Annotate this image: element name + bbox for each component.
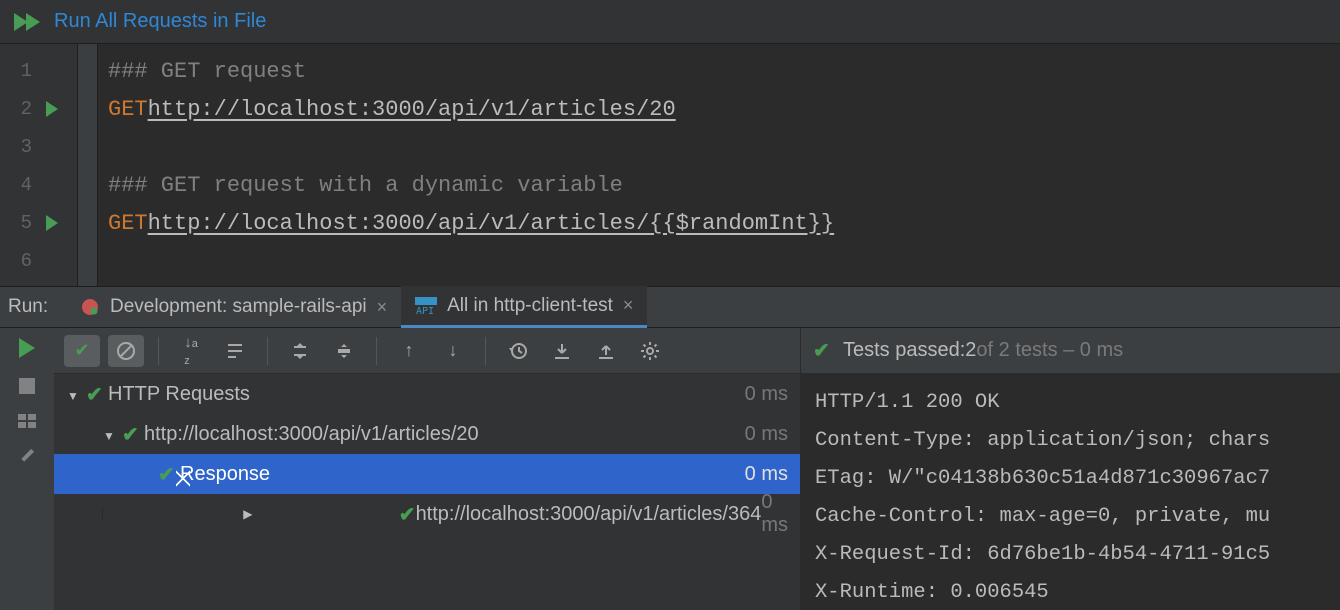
test-status-bar: ✔ Tests passed: 2 of 2 tests – 0 ms [801, 328, 1340, 374]
toolbar-divider [485, 337, 486, 365]
check-icon: ✔ [86, 382, 108, 407]
tests-passed-count: 2 [965, 339, 976, 362]
run-tab-label: Development: sample-rails-api [110, 296, 367, 318]
check-icon[interactable]: ✔ [64, 335, 100, 367]
line-number: 3 [0, 136, 38, 158]
stop-icon[interactable] [19, 378, 35, 394]
tree-row-duration: 0 ms [745, 423, 788, 446]
check-icon: ✔ [122, 422, 144, 447]
code-line[interactable] [108, 128, 1330, 166]
code-token: http://localhost:3000/api/v1/articles/{{… [148, 211, 835, 236]
run-tab-label: All in http-client-test [447, 295, 613, 317]
editor-marker-column [78, 44, 98, 286]
code-line[interactable]: GET http://localhost:3000/api/v1/article… [108, 204, 1330, 242]
rails-icon [80, 297, 100, 317]
export-icon[interactable] [588, 335, 624, 367]
close-icon[interactable]: × [377, 297, 388, 318]
line-number: 4 [0, 174, 38, 196]
response-line: Content-Type: application/json; chars [815, 422, 1340, 460]
run-action-strip [0, 328, 54, 610]
gutter-play-icon[interactable] [46, 215, 58, 231]
import-icon[interactable] [544, 335, 580, 367]
run-tab[interactable]: API All in http-client-test × [401, 286, 647, 328]
response-line: X-Runtime: 0.006545 [815, 574, 1340, 610]
tree-arrow-icon[interactable] [102, 507, 393, 521]
run-all-link[interactable]: Run All Requests in File [54, 10, 266, 33]
api-icon: API [415, 297, 437, 315]
check-icon: ✔ [399, 502, 416, 527]
gutter-row: 3 [0, 128, 77, 166]
gutter-row: 6 [0, 242, 77, 280]
collapse-icon[interactable] [217, 335, 253, 367]
check-icon: ✔ [813, 338, 835, 363]
response-line: Cache-Control: max-age=0, private, mu [815, 498, 1340, 536]
prev-icon[interactable]: ↑ [391, 335, 427, 367]
tree-row-label: http://localhost:3000/api/v1/articles/36… [416, 503, 762, 526]
line-number: 6 [0, 250, 38, 272]
code-token: GET [108, 211, 148, 236]
response-line: ETag: W/"c04138b630c51a4d871c30967ac7 [815, 460, 1340, 498]
run-tab[interactable]: Development: sample-rails-api × [66, 286, 401, 328]
svg-text:API: API [416, 306, 434, 315]
gutter-row: 4 [0, 166, 77, 204]
tree-row-duration: 0 ms [745, 463, 788, 486]
code-line[interactable]: GET http://localhost:3000/api/v1/article… [108, 90, 1330, 128]
editor: 1 2 3 4 5 6 ### GET request GET http://localho… [0, 44, 1340, 286]
tree-row-label: Response [180, 463, 270, 486]
sort-icon[interactable]: ↓az [173, 335, 209, 367]
pin-icon[interactable] [16, 445, 39, 468]
tree-row[interactable]: ✔HTTP Requests 0 ms [54, 374, 800, 414]
settings-icon[interactable] [632, 335, 668, 367]
test-toolbar: ✔ ↓az ↑↓ [54, 328, 800, 374]
test-tree[interactable]: ✔HTTP Requests0 ms✔http://localhost:3000… [54, 374, 800, 610]
run-all-icon[interactable] [14, 13, 40, 31]
toolbar-divider [158, 337, 159, 365]
tree-row-label: HTTP Requests [108, 383, 250, 406]
code-token: ### GET request [108, 59, 306, 84]
code-line[interactable]: ### GET request [108, 52, 1330, 90]
run-all-bar: Run All Requests in File [0, 0, 1340, 44]
editor-code[interactable]: ### GET request GET http://localhost:3000… [98, 44, 1340, 286]
line-number: 2 [0, 98, 38, 120]
rerun-icon[interactable] [19, 338, 35, 358]
tree-row[interactable]: ✔http://localhost:3000/api/v1/articles/3… [54, 494, 800, 534]
collapse-all-icon[interactable] [326, 335, 362, 367]
response-line: X-Request-Id: 6d76be1b-4b54-4711-91c5 [815, 536, 1340, 574]
code-token: http://localhost:3000/api/v1/articles/20 [148, 97, 676, 122]
toolbar-divider [376, 337, 377, 365]
tree-row-label: http://localhost:3000/api/v1/articles/20 [144, 423, 479, 446]
disabled-icon[interactable] [108, 335, 144, 367]
tree-row-duration: 0 ms [761, 491, 788, 537]
tree-arrow-icon[interactable] [66, 383, 80, 406]
gutter-row: 5 [0, 204, 77, 242]
tree-row-duration: 0 ms [745, 383, 788, 406]
tests-passed-suffix: of 2 tests – 0 ms [976, 339, 1123, 362]
tree-row[interactable]: ✔http://localhost:3000/api/v1/articles/2… [54, 414, 800, 454]
gutter-row: 2 [0, 90, 77, 128]
response-line: HTTP/1.1 200 OK [815, 384, 1340, 422]
code-token: GET [108, 97, 148, 122]
line-number: 5 [0, 212, 38, 234]
gutter-play-icon[interactable] [46, 101, 58, 117]
response-output[interactable]: HTTP/1.1 200 OKContent-Type: application… [801, 374, 1340, 610]
run-toolwindow-body: ✔↓az↑↓ ✔HTTP Requests0 ms✔http://localho… [0, 328, 1340, 610]
gutter-row: 1 [0, 52, 77, 90]
code-line[interactable] [108, 242, 1330, 280]
close-icon[interactable]: × [623, 295, 634, 316]
history-icon[interactable] [500, 335, 536, 367]
next-icon[interactable]: ↓ [435, 335, 471, 367]
run-toolwindow-header: Run: Development: sample-rails-api × API Al… [0, 286, 1340, 328]
tree-arrow-icon[interactable] [102, 423, 116, 446]
code-line[interactable]: ### GET request with a dynamic variable [108, 166, 1330, 204]
line-number: 1 [0, 60, 38, 82]
layout-icon[interactable] [18, 414, 36, 428]
code-token: ### GET request with a dynamic variable [108, 173, 623, 198]
toolbar-divider [267, 337, 268, 365]
run-label: Run: [0, 296, 66, 318]
expand-all-icon[interactable] [282, 335, 318, 367]
editor-gutter: 1 2 3 4 5 6 [0, 44, 78, 286]
tests-passed-label: Tests passed: [843, 339, 965, 362]
tree-row[interactable]: ✔Response0 ms [54, 454, 800, 494]
